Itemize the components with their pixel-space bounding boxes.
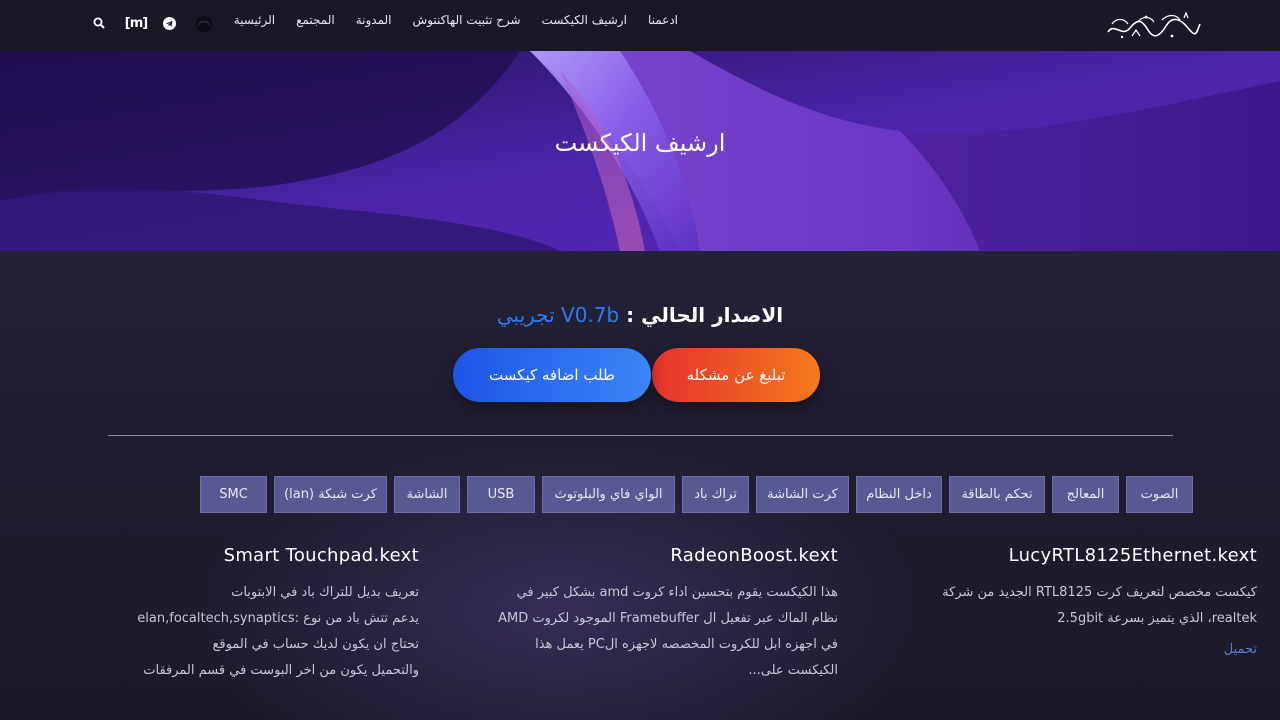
- kext-card: LucyRTL8125Ethernet.kext كيكست مخصص لتعر…: [867, 545, 1257, 657]
- category-lan[interactable]: كرت شبكة (lan): [274, 476, 387, 513]
- description-line: تحتاج ان يكون لديك حساب في الموقع: [212, 637, 419, 652]
- kext-description: هذا الكيكست يقوم بتحسين اداء كروت amd بش…: [443, 580, 838, 684]
- current-version: الاصدار الحالي : V0.7b تجريبي: [0, 303, 1280, 327]
- site-logo[interactable]: [1102, 10, 1202, 42]
- download-link[interactable]: تحميل: [867, 642, 1257, 657]
- category-power[interactable]: تحكم بالطاقة: [949, 476, 1045, 513]
- description-line: realtek، الذي يتميز بسرعة 2.5gbit: [1057, 611, 1257, 626]
- search-icon[interactable]: [92, 16, 106, 30]
- nav-community[interactable]: المجتمع: [296, 13, 335, 27]
- description-line: والتحميل يكون من اخر البوست في قسم المرف…: [143, 663, 419, 678]
- category-filter-bar: SMC كرت شبكة (lan) الشاشة USB الواي فاي …: [200, 476, 1193, 514]
- description-line: تعريف بديل للتراك باد في الابتوبات: [231, 585, 419, 600]
- category-cpu[interactable]: المعالج: [1052, 476, 1119, 513]
- matrix-label: [m]: [124, 15, 148, 31]
- nav-install-guide[interactable]: شرح تثبيت الهاكنتوش: [413, 13, 521, 27]
- kext-title[interactable]: RadeonBoost.kext: [443, 545, 838, 566]
- description-line: كيكست مخصص لتعريف كرت RTL8125 الجديد من …: [942, 585, 1257, 600]
- kext-card: RadeonBoost.kext هذا الكيكست يقوم بتحسين…: [443, 545, 838, 684]
- category-trackpad[interactable]: تراك باد: [682, 476, 749, 513]
- nav-icon-group: [m]: [92, 12, 213, 34]
- telegram-icon[interactable]: [162, 16, 176, 30]
- kext-card: Smart Touchpad.kext تعريف بديل للتراك با…: [94, 545, 419, 684]
- category-wifi-bluetooth[interactable]: الواي فاي والبلوتوث: [542, 476, 675, 513]
- category-usb[interactable]: USB: [467, 476, 535, 513]
- request-kext-button[interactable]: طلب اضافه كيكست: [453, 348, 651, 402]
- nav-home[interactable]: الرئيسية: [234, 13, 275, 27]
- kext-title[interactable]: Smart Touchpad.kext: [94, 545, 419, 566]
- version-value: V0.7b تجريبي: [496, 303, 620, 327]
- nav-blog[interactable]: المدونة: [356, 13, 392, 27]
- matrix-icon[interactable]: [m]: [124, 13, 148, 33]
- kext-description: تعريف بديل للتراك باد في الابتوبات يدعم …: [94, 580, 419, 684]
- top-navigation: الرئيسية المجتمع المدونة شرح تثبيت الهاك…: [0, 0, 1280, 52]
- hero-banner: ارشيف الكيكست: [0, 51, 1280, 251]
- version-label: الاصدار الحالي :: [626, 303, 784, 327]
- description-line: في اجهزه ابل للكروت المخصصه لاجهزه الPC …: [535, 637, 838, 652]
- main-menu: الرئيسية المجتمع المدونة شرح تثبيت الهاك…: [234, 12, 678, 28]
- category-audio[interactable]: الصوت: [1126, 476, 1193, 513]
- kext-title[interactable]: LucyRTL8125Ethernet.kext: [867, 545, 1257, 566]
- nav-support[interactable]: ادعمنا: [648, 13, 678, 27]
- page-title: ارشيف الكيكست: [554, 129, 726, 157]
- category-system[interactable]: داخل النظام: [856, 476, 942, 513]
- category-graphics[interactable]: كرت الشاشة: [756, 476, 849, 513]
- section-divider: [108, 435, 1173, 436]
- avatar-icon[interactable]: [195, 14, 213, 32]
- category-display[interactable]: الشاشة: [394, 476, 460, 513]
- kext-description: كيكست مخصص لتعريف كرت RTL8125 الجديد من …: [867, 580, 1257, 632]
- description-line: نظام الماك عبر تفعيل ال Framebuffer المو…: [498, 611, 838, 626]
- report-problem-button[interactable]: تبليغ عن مشكله: [652, 348, 820, 402]
- category-smc[interactable]: SMC: [200, 476, 267, 513]
- description-line: هذا الكيكست يقوم بتحسين اداء كروت amd بش…: [516, 585, 838, 600]
- description-line: يدعم تتش باد من نوع :elan,focaltech,syna…: [137, 611, 419, 626]
- nav-kext-archive[interactable]: ارشيف الكيكست: [542, 13, 627, 27]
- description-line: الكيكست على...: [748, 663, 838, 678]
